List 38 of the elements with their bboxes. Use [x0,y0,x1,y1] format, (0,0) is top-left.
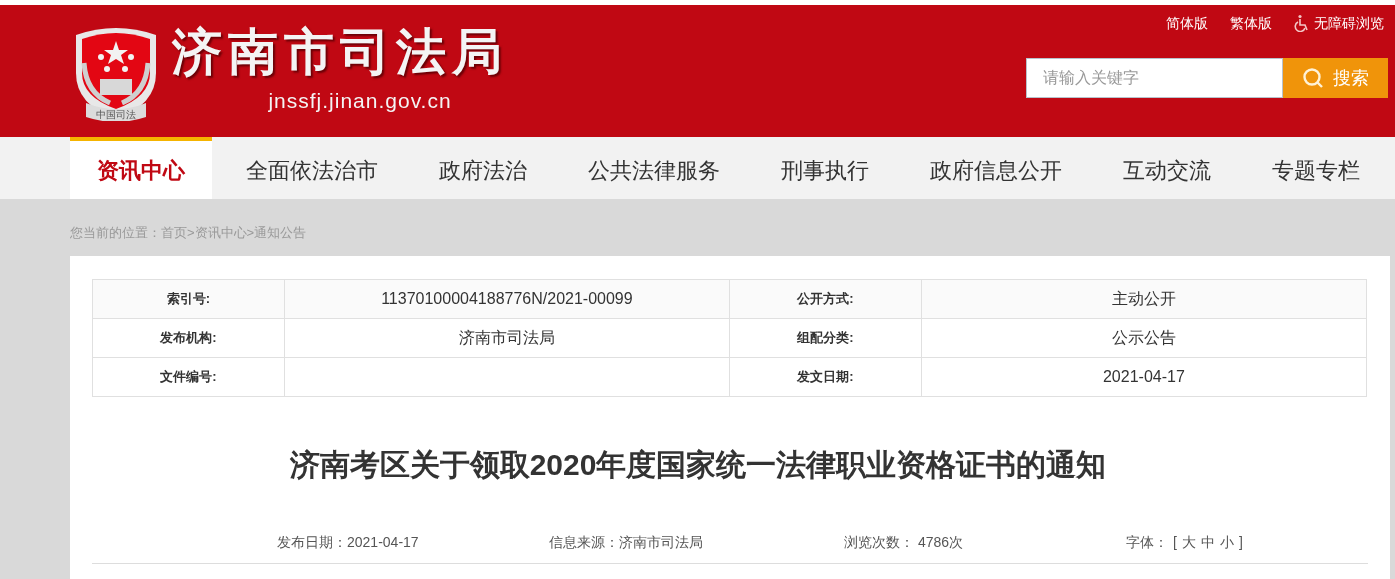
font-size-link[interactable]: 大 [1181,532,1196,553]
accessibility-link[interactable]: 无障碍浏览 [1294,12,1384,34]
breadcrumb: 您当前的位置：首页>资讯中心>通知公告 [70,225,307,240]
nav-tab[interactable]: 全面依法治市 [219,137,405,199]
wheelchair-icon [1294,14,1310,32]
field-label: 索引号: [92,279,285,319]
nav-tab[interactable]: 政府法治 [412,137,554,199]
field-value: 公示公告 [921,318,1367,358]
article-title: 济南考区关于领取2020年度国家统一法律职业资格证书的通知 [288,447,1108,483]
field-value: 济南市司法局 [284,318,730,358]
nav-tab[interactable]: 资讯中心 [70,137,212,199]
nav-tab[interactable]: 互动交流 [1096,137,1238,199]
article-meta: 发布日期：2021-04-17 [277,533,420,552]
bracket: ] [1238,533,1243,552]
field-value: 11370100004188776N/2021-00099 [284,279,730,319]
site-domain: jnssfj.jinan.gov.cn [268,88,452,115]
article-meta: 浏览次数： 4786次 [844,533,965,552]
field-label: 文件编号: [92,357,285,397]
field-label: 公开方式: [729,279,922,319]
font-size-label: 字体： [1126,533,1168,552]
font-size-link[interactable]: 小 [1219,532,1234,553]
version-link[interactable]: 简体版 [1166,12,1208,34]
nav-tab[interactable]: 专题专栏 [1245,137,1387,199]
font-size-link[interactable]: 中 [1200,532,1215,553]
nav-tab[interactable]: 公共法律服务 [561,137,747,199]
search-field[interactable]: 请输入关键字 [1026,58,1283,98]
nav-tab[interactable]: 政府信息公开 [903,137,1089,199]
version-link[interactable]: 繁体版 [1230,12,1272,34]
field-label: 发文日期: [729,357,922,397]
article-meta: 信息来源：济南市司法局 [549,533,704,552]
search-icon [1302,67,1324,89]
field-value: 主动公开 [921,279,1367,319]
site-title: 济南市司法局 [172,27,508,78]
field-label: 组配分类: [729,318,922,358]
bracket: [ [1173,533,1177,552]
field-label: 发布机构: [92,318,285,358]
field-value: 2021-04-17 [921,357,1367,397]
nav-tab[interactable]: 刑事执行 [754,137,896,199]
